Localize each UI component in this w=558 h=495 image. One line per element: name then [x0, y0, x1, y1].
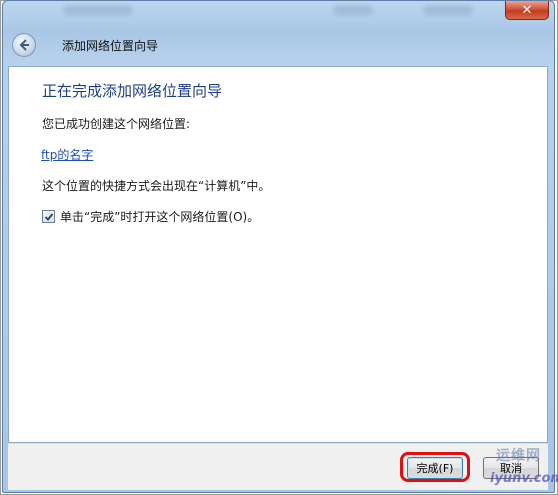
- finish-button[interactable]: 完成(F): [407, 457, 463, 479]
- network-location-link[interactable]: ftp的名字: [41, 146, 93, 163]
- back-arrow-icon: [19, 39, 29, 51]
- close-icon: ✕: [521, 2, 533, 18]
- shortcut-message: 这个位置的快捷方式会出现在“计算机”中。: [42, 179, 271, 193]
- open-location-option[interactable]: 单击“完成”时打开这个网络位置(O)。: [42, 208, 259, 225]
- wizard-title: 添加网络位置向导: [62, 39, 159, 53]
- title-bar-blur: [423, 5, 473, 15]
- close-button[interactable]: ✕: [505, 1, 549, 20]
- back-button[interactable]: [12, 33, 36, 57]
- title-bar-blur: [63, 5, 133, 15]
- wizard-header: 添加网络位置向导: [6, 25, 553, 65]
- open-location-label: 单击“完成”时打开这个网络位置(O)。: [60, 210, 260, 224]
- checkmark-icon: [44, 212, 53, 221]
- wizard-content: 正在完成添加网络位置向导 您已成功创建这个网络位置: ftp的名字 这个位置的快…: [8, 66, 548, 443]
- title-bar-blur: [333, 5, 373, 15]
- cancel-button[interactable]: 取消: [483, 457, 539, 479]
- button-bar: 完成(F) 取消: [8, 443, 548, 490]
- success-message: 您已成功创建这个网络位置:: [42, 117, 191, 131]
- page-heading: 正在完成添加网络位置向导: [42, 82, 223, 100]
- open-location-checkbox[interactable]: [42, 210, 55, 223]
